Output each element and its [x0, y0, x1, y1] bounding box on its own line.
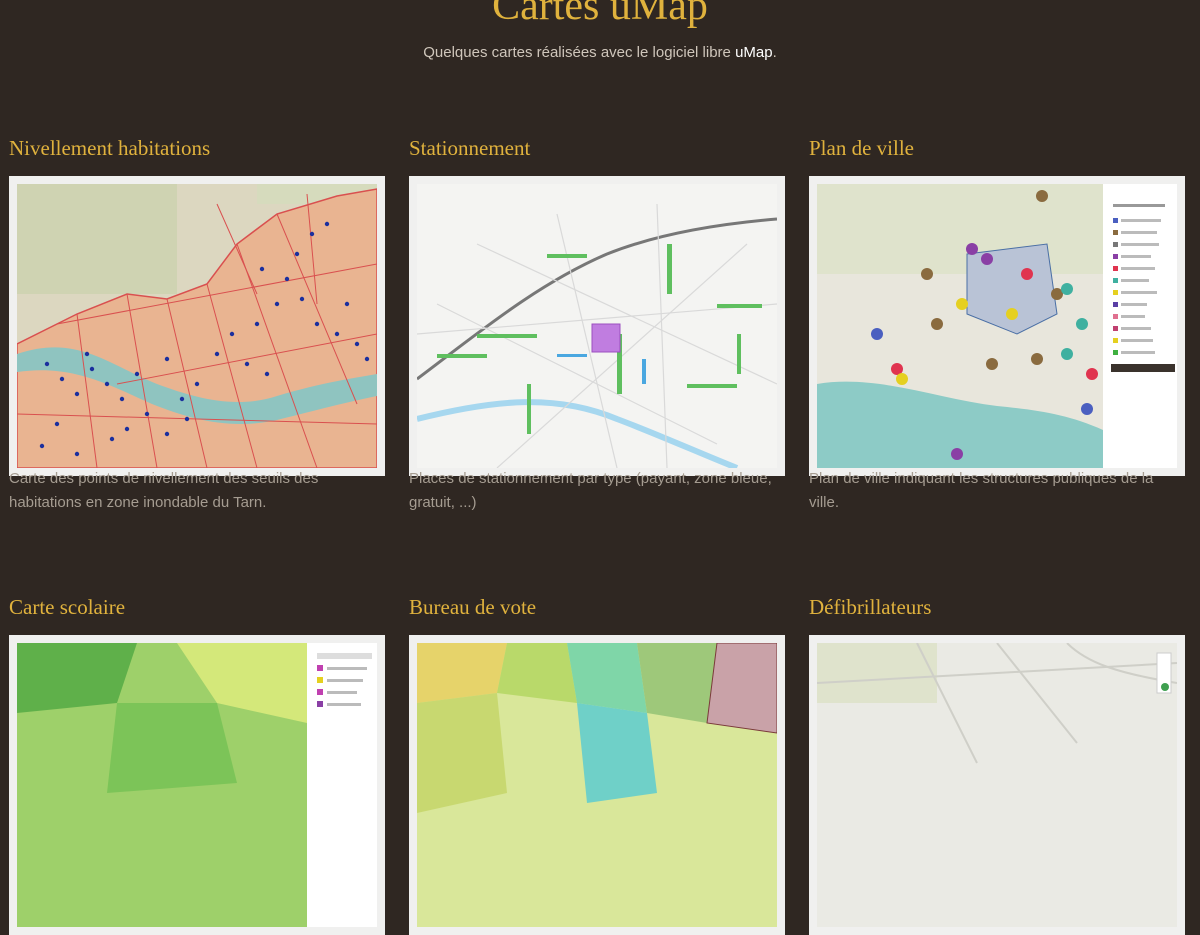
- map-thumbnail-carte-scolaire[interactable]: [9, 635, 385, 935]
- card-description-stationnement: Places de stationnement par type (payant…: [409, 470, 772, 511]
- map-thumbnail-stationnement[interactable]: [409, 176, 785, 476]
- map-image-nivellement: [17, 184, 377, 468]
- card-title-stationnement[interactable]: Stationnement: [409, 135, 785, 161]
- subtitle-text: Quelques cartes réalisées avec le logici…: [423, 44, 736, 61]
- map-thumbnail-nivellement[interactable]: [9, 176, 385, 476]
- card-title-nivellement[interactable]: Nivellement habitations: [9, 135, 385, 161]
- map-card-nivellement: Nivellement habitations Carte des points…: [9, 135, 385, 511]
- map-card-plan-de-ville: Plan de ville Plan de ville indiquant le…: [809, 135, 1185, 511]
- map-card-carte-scolaire: Carte scolaire: [9, 594, 385, 935]
- card-title-bureau-de-vote[interactable]: Bureau de vote: [409, 594, 785, 620]
- map-card-stationnement: Stationnement Places de stationnement pa…: [409, 135, 785, 511]
- subtitle-end: .: [772, 44, 777, 61]
- map-image-carte-scolaire: [17, 643, 377, 927]
- page-subtitle: Quelques cartes réalisées avec le logici…: [0, 44, 1200, 61]
- map-image-bureau-de-vote: [417, 643, 777, 927]
- map-image-plan-de-ville: [817, 184, 1177, 468]
- map-image-defibrillateurs: [817, 643, 1177, 927]
- card-description-plan-de-ville: Plan de ville indiquant les structures p…: [809, 470, 1154, 511]
- map-card-bureau-de-vote: Bureau de vote: [409, 594, 785, 935]
- card-title-plan-de-ville[interactable]: Plan de ville: [809, 135, 1185, 161]
- umap-link[interactable]: uMap: [735, 44, 773, 61]
- page-title: Cartes uMap: [492, 0, 708, 29]
- map-card-defibrillateurs: Défibrillateurs: [809, 594, 1185, 935]
- map-thumbnail-defibrillateurs[interactable]: [809, 635, 1185, 935]
- card-description-nivellement: Carte des points de nivellement des seui…: [9, 470, 319, 511]
- map-image-stationnement: [417, 184, 777, 468]
- card-title-defibrillateurs[interactable]: Défibrillateurs: [809, 594, 1185, 620]
- map-thumbnail-plan-de-ville[interactable]: [809, 176, 1185, 476]
- card-title-carte-scolaire[interactable]: Carte scolaire: [9, 594, 385, 620]
- map-thumbnail-bureau-de-vote[interactable]: [409, 635, 785, 935]
